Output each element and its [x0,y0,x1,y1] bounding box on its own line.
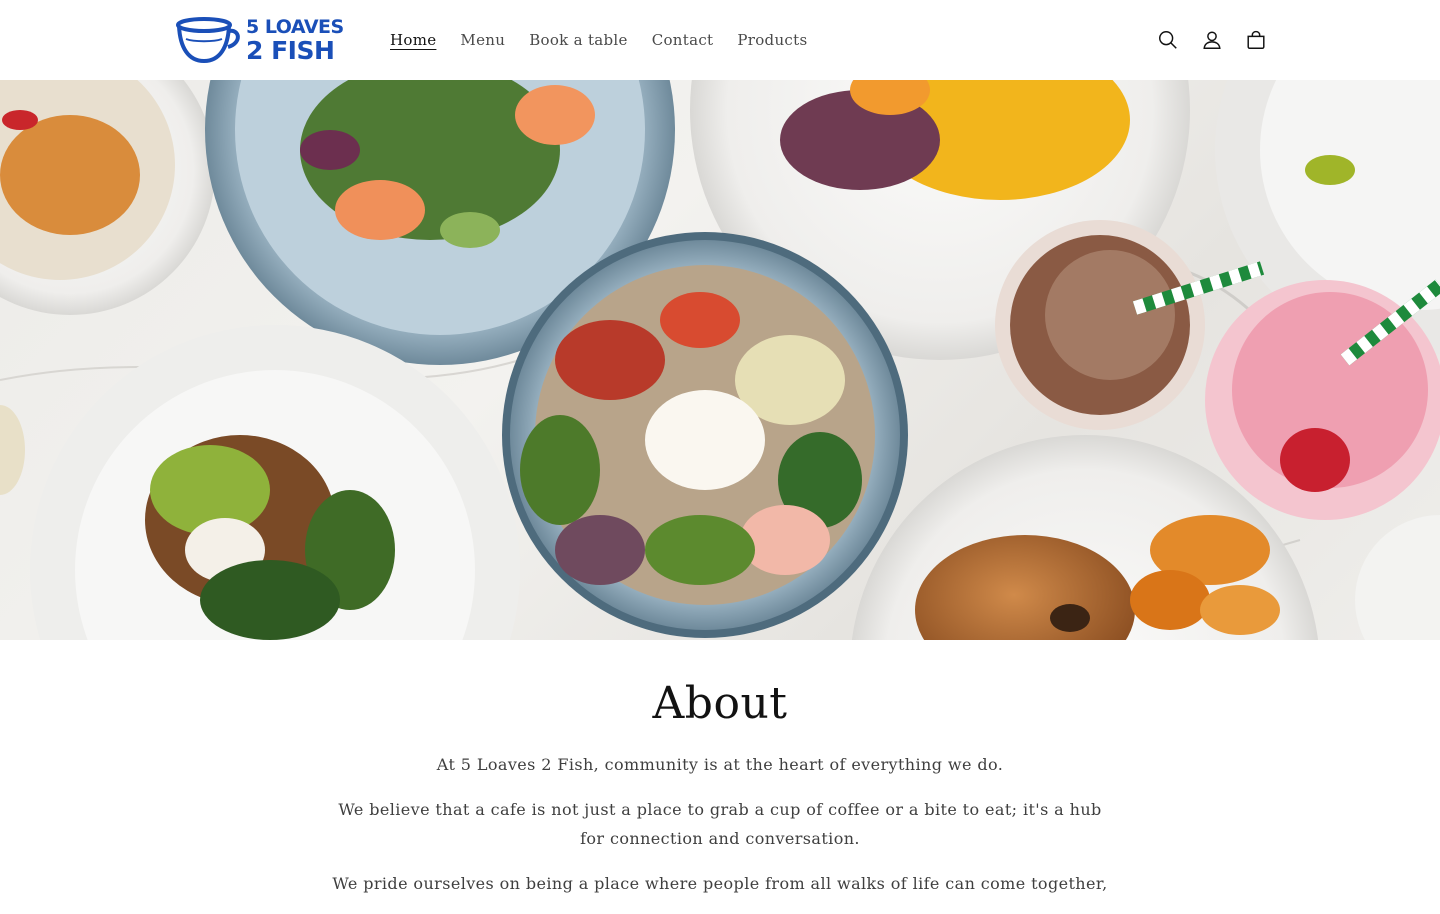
about-body: At 5 Loaves 2 Fish, community is at the … [330,750,1110,914]
about-paragraph: At 5 Loaves 2 Fish, community is at the … [436,755,1004,774]
cart-icon [1247,30,1265,49]
nav-home[interactable]: Home [378,31,448,49]
search-button[interactable] [1148,20,1188,60]
hero-banner [0,80,1440,640]
coffee-cup-icon [176,17,240,64]
nav-contact[interactable]: Contact [640,31,726,49]
food-photo [0,80,1440,640]
account-icon [1203,31,1221,49]
account-button[interactable] [1192,20,1232,60]
logo-line-1: 5 LOAVES [246,15,344,38]
logo-wordmark: 5 LOAVES 2 FISH [246,15,344,65]
about-section: About At 5 Loaves 2 Fish, community is a… [0,640,1440,900]
about-title: About [652,678,788,729]
site-logo[interactable]: 5 LOAVES 2 FISH [174,14,346,66]
site-header: 5 LOAVES 2 FISH Home Menu Book a table C… [0,0,1440,80]
nav-book-a-table[interactable]: Book a table [517,31,640,49]
logo-line-2: 2 FISH [246,35,335,65]
nav-menu[interactable]: Menu [448,31,517,49]
about-paragraph: We believe that a cafe is not just a pla… [338,800,1102,848]
header-icons [1148,20,1276,60]
about-paragraph: We pride ourselves on being a place wher… [332,874,1108,893]
search-icon [1159,31,1177,49]
cart-button[interactable] [1236,20,1276,60]
nav-products[interactable]: Products [725,31,819,49]
main-nav: Home Menu Book a table Contact Products [378,0,819,80]
